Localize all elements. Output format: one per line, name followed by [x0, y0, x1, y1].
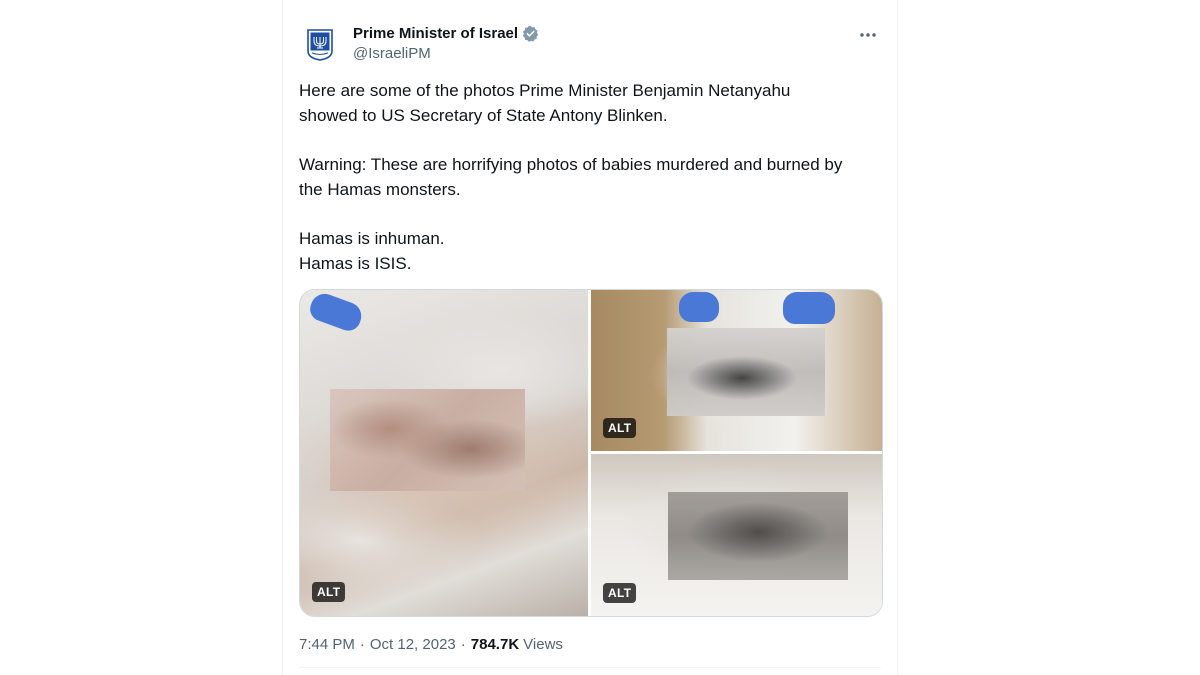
tweet-date[interactable]: Oct 12, 2023: [370, 636, 456, 653]
more-options-button[interactable]: [855, 22, 881, 48]
tweet-text: Here are some of the photos Prime Minist…: [299, 78, 881, 276]
separator: ·: [460, 636, 466, 653]
media-photo-2[interactable]: ALT: [591, 290, 882, 451]
tweet-line: Warning: These are horrifying photos of …: [299, 155, 843, 174]
verified-badge-icon[interactable]: [522, 25, 539, 42]
tweet-line: Hamas is ISIS.: [299, 254, 412, 273]
author-name[interactable]: Prime Minister of Israel: [353, 25, 518, 42]
more-options-icon: [860, 33, 876, 37]
tweet-paragraph: Hamas is inhuman. Hamas is ISIS.: [299, 226, 881, 276]
alt-badge[interactable]: ALT: [603, 418, 637, 438]
tweet-paragraph: Warning: These are horrifying photos of …: [299, 152, 881, 202]
views-label: Views: [523, 636, 563, 653]
media-photo-1[interactable]: ALT: [300, 290, 588, 616]
blurred-region: [330, 389, 525, 491]
views-count[interactable]: 784.7K: [471, 636, 519, 653]
glove-shape: [783, 292, 835, 324]
right-column-border: [897, 0, 898, 675]
menorah-emblem-icon: [307, 29, 333, 61]
tweet-paragraph: Here are some of the photos Prime Minist…: [299, 78, 881, 128]
tweet-time[interactable]: 7:44 PM: [299, 636, 355, 653]
tweet-line: the Hamas monsters.: [299, 180, 461, 199]
blurred-region: [668, 492, 848, 580]
tweet-line: Hamas is inhuman.: [299, 229, 445, 248]
glove-shape: [306, 290, 366, 335]
left-column-border: [282, 0, 283, 675]
tweet-line: showed to US Secretary of State Antony B…: [299, 106, 668, 125]
media-photo-3[interactable]: ALT: [591, 454, 882, 616]
tweet-header: Prime Minister of Israel @IsraeliPM: [299, 16, 881, 72]
alt-badge[interactable]: ALT: [312, 582, 346, 602]
separator: ·: [359, 636, 365, 653]
glove-shape: [679, 292, 719, 322]
tweet-divider: [299, 667, 881, 668]
tweet-meta: 7:44 PM · Oct 12, 2023 · 784.7K Views: [299, 636, 881, 653]
name-row: Prime Minister of Israel: [353, 25, 539, 42]
media-grid: ALT ALT ALT: [299, 289, 883, 617]
tweet[interactable]: Prime Minister of Israel @IsraeliPM Here…: [299, 16, 883, 653]
blurred-region: [667, 328, 825, 416]
alt-badge[interactable]: ALT: [603, 583, 637, 603]
author-names: Prime Minister of Israel @IsraeliPM: [353, 25, 539, 62]
avatar[interactable]: [299, 24, 341, 66]
author-handle[interactable]: @IsraeliPM: [353, 45, 539, 62]
tweet-line: Here are some of the photos Prime Minist…: [299, 81, 791, 100]
